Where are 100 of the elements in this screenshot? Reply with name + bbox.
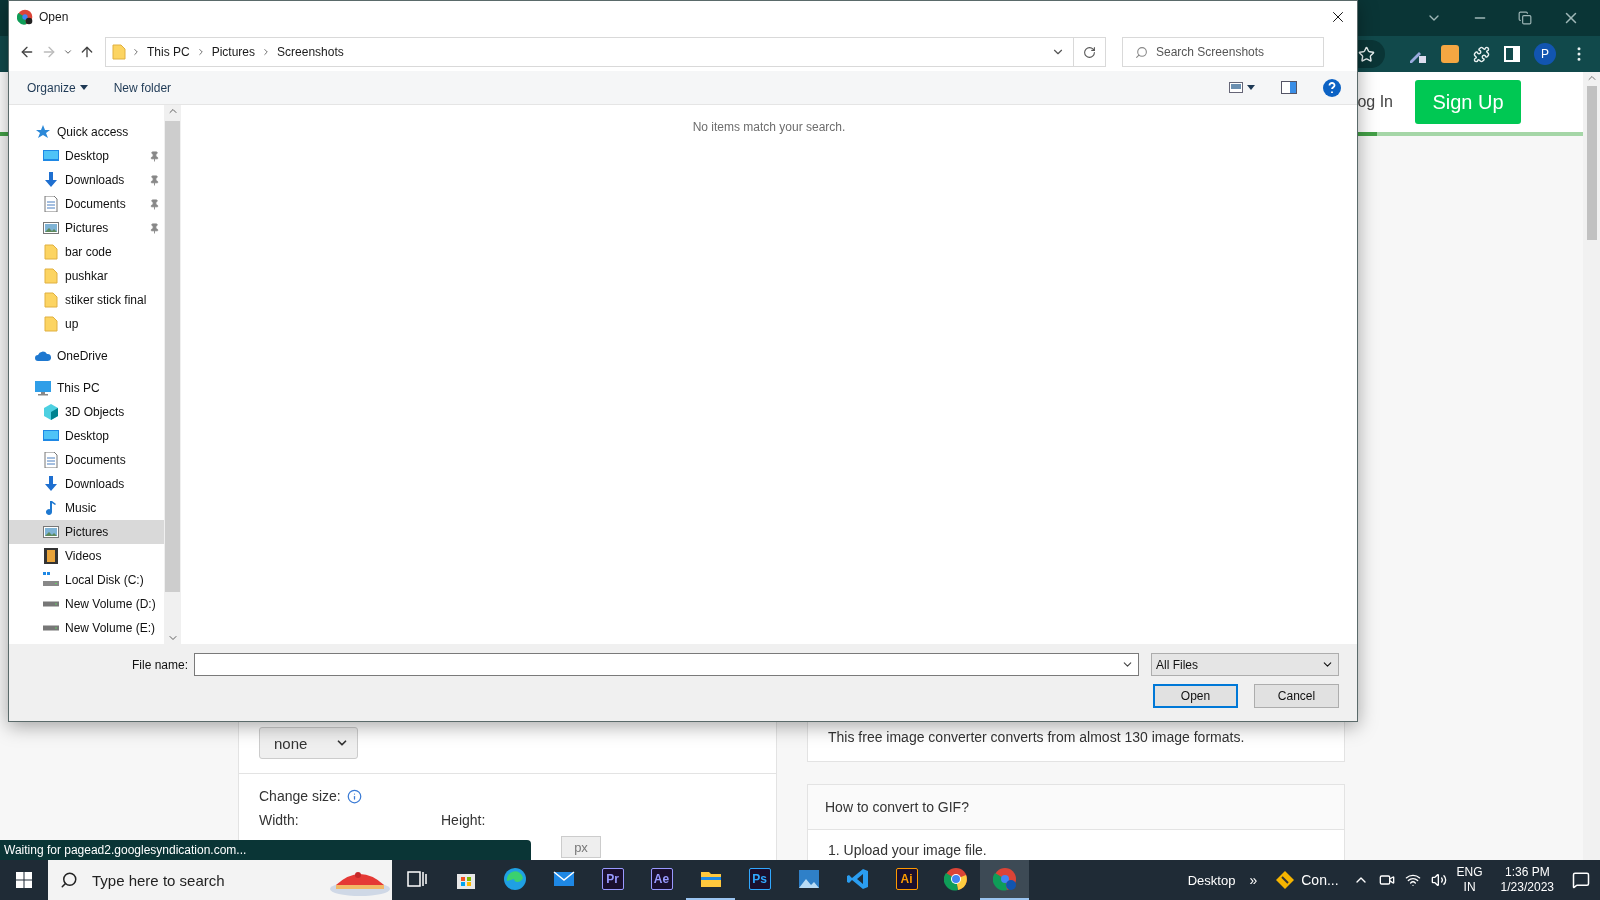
breadcrumb-item[interactable]: This PC	[145, 45, 192, 59]
app-tile: Ae	[650, 868, 673, 890]
dialog-button[interactable]: Open	[1153, 684, 1238, 708]
notification-icon[interactable]	[1572, 871, 1590, 889]
new-folder-button[interactable]: New folder	[111, 78, 174, 97]
clock[interactable]: 1:36 PM 1/23/2023	[1492, 865, 1562, 895]
nav-item[interactable]: Desktop	[9, 144, 164, 168]
view-button[interactable]	[1227, 80, 1257, 95]
search-box[interactable]: Search Screenshots	[1122, 37, 1324, 67]
nav-item[interactable]: Desktop	[9, 424, 164, 448]
dialog-button[interactable]: Cancel	[1254, 684, 1339, 708]
wave-circle-icon	[502, 867, 527, 891]
music-note-icon	[43, 500, 59, 516]
help-icon	[1323, 78, 1341, 97]
nav-item[interactable]: Quick access	[9, 120, 164, 144]
breadcrumb-item[interactable]: Pictures	[209, 45, 258, 59]
star-icon	[35, 124, 51, 140]
search-icon	[60, 871, 78, 889]
folder-icon	[43, 244, 59, 260]
pane-icon	[1281, 81, 1297, 94]
nav-item[interactable]: up	[9, 312, 164, 336]
document-icon	[43, 196, 59, 212]
toolbar-expand-button[interactable]: »	[1245, 872, 1262, 888]
nav-item[interactable]: 3D Objects	[9, 400, 164, 424]
monitor-icon	[43, 428, 59, 444]
cube-icon	[43, 404, 59, 420]
chrome-icon	[992, 867, 1017, 891]
card-text: This free image converter converts from almost 130 image formats.	[827, 728, 1246, 747]
arrow-icon	[41, 44, 57, 60]
side-panel-icon[interactable]	[1504, 46, 1520, 62]
search-input[interactable]: Search Screenshots	[1156, 45, 1296, 59]
restore-icon[interactable]	[1518, 11, 1532, 25]
search-input[interactable]: Type here to search	[90, 870, 316, 890]
nav-item[interactable]: Documents	[9, 448, 164, 472]
nav-item[interactable]: Local Disk (C:)	[9, 568, 164, 592]
nav-item[interactable]: bar code	[9, 240, 164, 264]
app-tile: Ai	[895, 868, 918, 890]
volume-icon[interactable]	[1430, 872, 1447, 888]
app-tile: Pr	[601, 868, 624, 890]
file-name-field[interactable]	[194, 653, 1139, 676]
taskbar-app-button[interactable]: Ps	[735, 860, 784, 900]
help-button[interactable]	[1321, 76, 1343, 99]
network-icon[interactable]	[1404, 872, 1421, 888]
refresh-icon	[1083, 45, 1096, 59]
breadcrumb-item[interactable]: Screenshots	[275, 45, 346, 59]
folder-icon	[43, 292, 59, 308]
nav-item[interactable]: This PC	[9, 376, 164, 400]
pin-icon	[149, 150, 160, 162]
nav-item[interactable]: Documents	[9, 192, 164, 216]
info-icon[interactable]	[346, 788, 362, 804]
nav-item[interactable]: stiker stick final	[9, 288, 164, 312]
camera-icon[interactable]	[1378, 872, 1395, 888]
image-icon	[43, 220, 59, 236]
taskbar-app-button[interactable]: Ae	[637, 860, 686, 900]
puzzle-icon[interactable]	[1473, 45, 1490, 63]
profile-avatar[interactable]: P	[1534, 43, 1556, 65]
file-type-dropdown[interactable]: All Files	[1151, 653, 1339, 676]
scrollbar[interactable]	[164, 105, 181, 644]
nav-item[interactable]: Pictures	[9, 520, 164, 544]
nav-item[interactable]: New Volume (D:)	[9, 592, 164, 616]
windows-logo-icon	[16, 872, 32, 888]
taskbar-search-box[interactable]: Type here to search	[48, 860, 392, 900]
nav-item[interactable]: Videos	[9, 544, 164, 568]
nav-item[interactable]: OneDrive	[9, 344, 164, 368]
log-in-link[interactable]: og In	[1357, 93, 1393, 111]
language-indicator[interactable]: ENG IN	[1456, 865, 1483, 895]
pin-icon	[149, 198, 160, 210]
drive-icon	[43, 600, 59, 608]
organize-menu[interactable]: Organize	[25, 78, 90, 97]
search-icon	[1135, 45, 1148, 59]
scroll-thumb[interactable]	[1586, 86, 1597, 240]
tray-app-button[interactable]: Con...	[1271, 870, 1343, 890]
image-icon	[43, 524, 59, 540]
preview-pane-button[interactable]	[1279, 79, 1299, 96]
window-title: Open	[39, 10, 70, 24]
scroll-thumb[interactable]	[165, 121, 180, 592]
down-arrow-icon	[43, 476, 59, 492]
drive-icon	[43, 624, 59, 632]
status-text: Waiting for pagead2.googlesyndication.com...	[0, 840, 531, 860]
nav-item[interactable]: Music	[9, 496, 164, 520]
star-icon[interactable]	[1358, 45, 1375, 63]
drive-icon	[43, 572, 59, 588]
document-icon	[43, 452, 59, 468]
scrollbar[interactable]	[1583, 72, 1600, 860]
nav-item[interactable]: Downloads	[9, 168, 164, 192]
nav-item[interactable]: Downloads	[9, 472, 164, 496]
nav-item[interactable]: Pictures	[9, 216, 164, 240]
caret-icon	[1247, 85, 1255, 90]
step-text: 1. Upload your image file.	[827, 841, 988, 860]
select-field[interactable]: none	[259, 727, 358, 759]
taskbar-app-button[interactable]: Ai	[882, 860, 931, 900]
folder-icon	[43, 316, 59, 332]
taskbar-app-button[interactable]	[980, 860, 1029, 900]
nav-item[interactable]: New Volume (E:)	[9, 616, 164, 640]
height-label: Height:	[441, 812, 486, 828]
taskbar-app-button[interactable]: Pr	[588, 860, 637, 900]
down-arrow-icon	[43, 172, 59, 188]
pin-icon	[149, 222, 160, 234]
nav-item[interactable]: pushkar	[9, 264, 164, 288]
section-label: Change size:	[259, 788, 341, 804]
